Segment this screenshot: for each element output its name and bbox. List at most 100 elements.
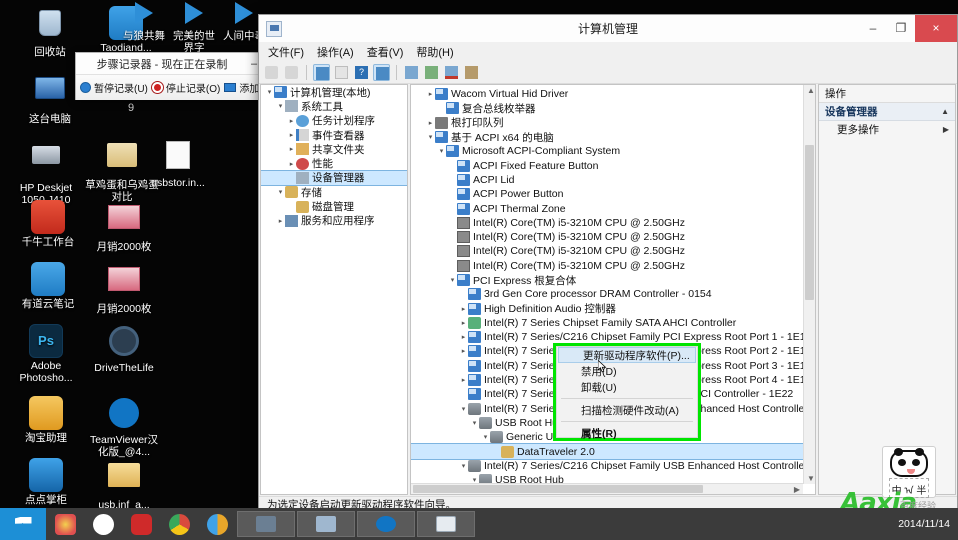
tree-item[interactable]: ACPI Fixed Feature Button: [411, 158, 815, 172]
desktop-icon-recycle-bin[interactable]: 回收站: [12, 6, 88, 59]
back-button[interactable]: [263, 64, 280, 81]
chevron-up-icon[interactable]: ▲: [941, 107, 949, 116]
horizontal-scrollbar[interactable]: ▶: [411, 483, 803, 494]
chevron-right-icon[interactable]: ▶: [943, 125, 949, 134]
tree-item[interactable]: 共享文件夹: [261, 142, 407, 156]
tree-twisty-down-icon[interactable]: [437, 147, 446, 155]
tree-item[interactable]: Microsoft ACPI-Compliant System: [411, 144, 815, 158]
desktop-icon-drivethelife[interactable]: DriveTheLife: [86, 324, 162, 375]
uninstall-device-button[interactable]: [443, 64, 460, 81]
tree-twisty-right-icon[interactable]: [459, 376, 468, 384]
context-menu-item[interactable]: 禁用(D): [557, 363, 697, 379]
menu-file[interactable]: 文件(F): [268, 44, 304, 60]
tree-item[interactable]: 事件查看器: [261, 128, 407, 142]
taskbar-window-computer-management[interactable]: [297, 511, 355, 537]
tree-twisty-right-icon[interactable]: [459, 347, 468, 355]
tree-twisty-down-icon[interactable]: [265, 88, 274, 96]
tree-twisty-down-icon[interactable]: [448, 276, 457, 284]
tree-twisty-down-icon[interactable]: [459, 405, 468, 413]
tree-item[interactable]: 磁盘管理: [261, 199, 407, 213]
desktop-icon-video-1[interactable]: 与狼共舞: [118, 2, 170, 43]
tree-twisty-right-icon[interactable]: [459, 305, 468, 313]
tree-twisty-right-icon[interactable]: [287, 131, 296, 139]
scroll-down-icon[interactable]: ▼: [807, 474, 815, 483]
tree-item[interactable]: PCI Express 根复合体: [411, 273, 815, 287]
tree-item[interactable]: Wacom Virtual Hid Driver: [411, 87, 815, 101]
context-menu-item[interactable]: 更新驱动程序软件(P)...: [558, 347, 696, 363]
tree-item[interactable]: Intel(R) Core(TM) i5-3210M CPU @ 2.50GHz: [411, 216, 815, 230]
help-button[interactable]: ?: [353, 64, 370, 81]
maximize-button[interactable]: ❐: [887, 15, 915, 42]
properties-button[interactable]: [373, 64, 390, 81]
tree-twisty-down-icon[interactable]: [276, 188, 285, 196]
desktop-icon-taobao-assistant[interactable]: 淘宝助理: [8, 396, 84, 445]
disable-device-button[interactable]: [463, 64, 480, 81]
tree-item[interactable]: Intel(R) Core(TM) i5-3210M CPU @ 2.50GHz: [411, 244, 815, 258]
taskbar-window-step-recorder[interactable]: [417, 511, 475, 537]
context-menu-item[interactable]: 扫描检测硬件改动(A): [557, 402, 697, 418]
tree-item[interactable]: 基于 ACPI x64 的电脑: [411, 130, 815, 144]
actions-group-device-manager[interactable]: 设备管理器 ▲: [819, 103, 955, 121]
tree-item[interactable]: ACPI Lid: [411, 173, 815, 187]
tree-item[interactable]: High Definition Audio 控制器: [411, 301, 815, 315]
tree-item[interactable]: DataTraveler 2.0: [411, 443, 815, 460]
desktop-icon-usbstor-inf[interactable]: usbstor.in...: [140, 138, 216, 190]
taskbar-icon-kugou[interactable]: [84, 508, 122, 540]
taskbar-icon-browser[interactable]: [198, 508, 236, 540]
pause-record-button[interactable]: 暂停记录(U): [80, 80, 148, 95]
cmgmt-toolbar[interactable]: ?: [259, 62, 957, 84]
actions-item-more-actions[interactable]: 更多操作 ▶: [819, 121, 955, 138]
device-context-menu[interactable]: 更新驱动程序软件(P)... 禁用(D) 卸载(U) 扫描检测硬件改动(A) 属性(R): [556, 346, 698, 441]
desktop-icon-video-2[interactable]: 完美的世界字: [168, 2, 220, 54]
tree-item[interactable]: 设备管理器: [261, 169, 407, 187]
tree-twisty-right-icon[interactable]: [459, 319, 468, 327]
tree-item[interactable]: Intel(R) 7 Series/C216 Chipset Family US…: [411, 459, 815, 473]
tree-twisty-down-icon[interactable]: [459, 462, 468, 470]
scan-hardware-button[interactable]: [403, 64, 420, 81]
close-button[interactable]: ×: [915, 15, 957, 42]
actions-pane[interactable]: 操作 设备管理器 ▲ 更多操作 ▶: [818, 84, 956, 495]
tree-item[interactable]: Intel(R) 7 Series Chipset Family SATA AH…: [411, 316, 815, 330]
tree-twisty-right-icon[interactable]: [426, 119, 435, 127]
tree-item[interactable]: 根打印队列: [411, 116, 815, 130]
console-tree-pane[interactable]: 计算机管理(本地)系统工具任务计划程序事件查看器共享文件夹性能设备管理器存储磁盘…: [260, 84, 408, 495]
tree-twisty-right-icon[interactable]: [426, 90, 435, 98]
tree-twisty-right-icon[interactable]: [276, 217, 285, 225]
tree-item[interactable]: Intel(R) Core(TM) i5-3210M CPU @ 2.50GHz: [411, 230, 815, 244]
cmgmt-titlebar[interactable]: 计算机管理 – ❐ ×: [259, 15, 957, 42]
taskbar-clock[interactable]: 2014/11/14: [898, 518, 950, 530]
tree-twisty-down-icon[interactable]: [426, 133, 435, 141]
taskbar[interactable]: 2014/11/14: [0, 508, 958, 540]
scroll-up-icon[interactable]: ▲: [807, 86, 815, 95]
tree-item[interactable]: 系统工具: [261, 99, 407, 113]
menu-view[interactable]: 查看(V): [367, 44, 404, 60]
taskbar-icon-netease-music[interactable]: [122, 508, 160, 540]
tree-twisty-right-icon[interactable]: [287, 117, 296, 125]
vertical-scrollbar[interactable]: ▲ ▼: [803, 85, 815, 484]
start-button[interactable]: [0, 508, 46, 540]
scroll-right-icon[interactable]: ▶: [794, 485, 800, 494]
system-tray[interactable]: 2014/11/14: [898, 518, 958, 530]
context-menu-item[interactable]: 属性(R): [557, 425, 697, 441]
tree-twisty-right-icon[interactable]: [287, 160, 296, 168]
tree-item[interactable]: 任务计划程序: [261, 114, 407, 128]
tree-item[interactable]: ACPI Thermal Zone: [411, 201, 815, 215]
desktop-icon-qianniu[interactable]: 千牛工作台: [10, 200, 86, 249]
desktop-icon-diandian[interactable]: 点点掌柜: [8, 458, 84, 507]
context-menu-item[interactable]: 卸载(U): [557, 379, 697, 395]
show-hide-tree-button[interactable]: [313, 64, 330, 81]
tree-twisty-down-icon[interactable]: [470, 419, 479, 427]
scrollbar-thumb[interactable]: [413, 485, 703, 493]
forward-button[interactable]: [283, 64, 300, 81]
scrollbar-thumb[interactable]: [805, 145, 814, 300]
desktop-icon-usb-inf-folder[interactable]: usb.inf_a...: [86, 458, 162, 512]
menu-help[interactable]: 帮助(H): [416, 44, 453, 60]
minimize-button[interactable]: –: [859, 15, 887, 42]
tree-twisty-right-icon[interactable]: [287, 145, 296, 153]
desktop-icon-hp-deskjet[interactable]: HP Deskjet 1050 J410: [8, 138, 84, 206]
menu-action[interactable]: 操作(A): [317, 44, 354, 60]
tree-item[interactable]: 3rd Gen Core processor DRAM Controller -…: [411, 287, 815, 301]
tree-item[interactable]: ACPI Power Button: [411, 187, 815, 201]
tree-twisty-down-icon[interactable]: [481, 433, 490, 441]
taskbar-window-media[interactable]: [237, 511, 295, 537]
